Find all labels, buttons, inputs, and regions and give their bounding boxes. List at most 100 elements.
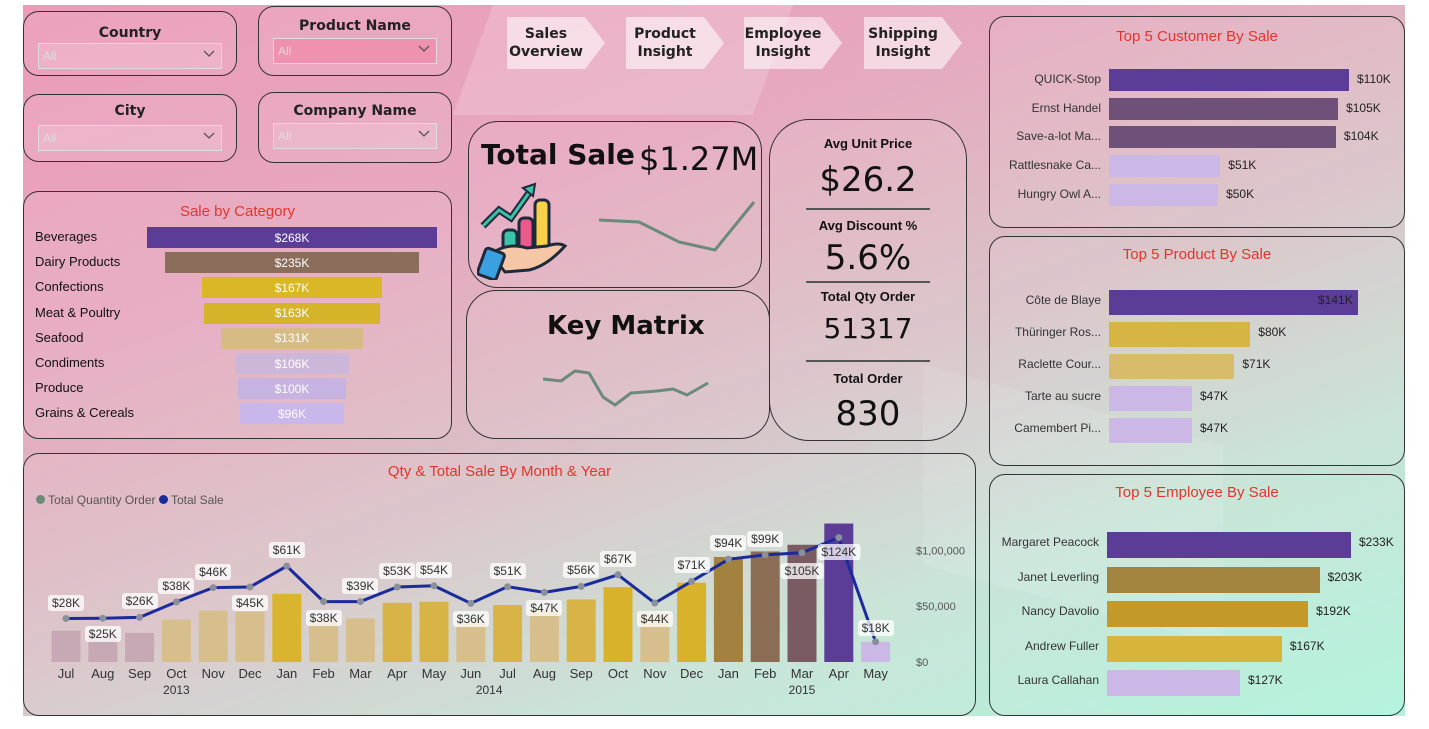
nav-product-insight[interactable]: Product Insight xyxy=(626,17,724,69)
category-bar[interactable]: $96K xyxy=(240,403,344,425)
month-sale-label: $51K xyxy=(489,562,526,579)
country-slicer[interactable]: Country All xyxy=(23,11,237,76)
category-bar[interactable]: $100K xyxy=(237,378,347,400)
top-employees-bar[interactable] xyxy=(1107,635,1282,662)
top-products-name: Raclette Cour... xyxy=(1018,357,1101,371)
year-tick-label: 2013 xyxy=(163,683,190,697)
top-customers-bar[interactable] xyxy=(1109,183,1219,206)
top-customers-value: $110K xyxy=(1357,72,1391,86)
top-customers-value: $50K xyxy=(1226,186,1255,201)
month-sale-bar[interactable] xyxy=(456,621,486,662)
country-dropdown[interactable]: All xyxy=(38,43,222,69)
category-bar-label: $96K xyxy=(277,406,306,421)
top-products-bar[interactable] xyxy=(1109,418,1192,443)
month-sale-bar[interactable] xyxy=(198,610,228,662)
top-products-bar[interactable] xyxy=(1109,354,1235,379)
month-tick-label: Oct xyxy=(607,666,629,681)
growth-chart-hand-icon xyxy=(477,182,568,280)
month-tick-label: Aug xyxy=(532,666,556,681)
top-employees-value: $203K xyxy=(1327,569,1363,584)
qty-point xyxy=(136,613,144,621)
month-tick-label: Feb xyxy=(753,666,777,681)
top-employees-bar[interactable] xyxy=(1107,566,1320,593)
month-sale-bar[interactable] xyxy=(419,601,449,662)
top-customers-bar[interactable] xyxy=(1109,69,1349,91)
total-sale-card: Total Sale $1.27M xyxy=(468,121,762,288)
company-dropdown[interactable]: All xyxy=(273,123,437,149)
qty-point xyxy=(62,615,70,623)
month-sale-bar[interactable] xyxy=(603,587,633,662)
category-title: Sale by Category xyxy=(179,203,296,220)
product-dropdown[interactable]: All xyxy=(273,38,437,64)
city-slicer-label: City xyxy=(114,103,146,119)
month-tick-label: Sep xyxy=(128,666,152,681)
month-sale-label: $47K xyxy=(526,600,563,617)
product-value: All xyxy=(278,44,292,58)
month-sale-label: $26K xyxy=(121,593,158,610)
category-bar-label: $268K xyxy=(274,230,310,245)
category-bar[interactable]: $167K xyxy=(201,277,383,299)
nav-shipping-insight[interactable]: Shipping Insight xyxy=(864,17,962,69)
company-slicer[interactable]: Company Name All xyxy=(258,92,452,163)
category-bar[interactable]: $131K xyxy=(221,327,363,349)
month-sale-bar[interactable] xyxy=(566,599,596,662)
total-order-value: 830 xyxy=(835,394,901,434)
month-sale-bar[interactable] xyxy=(125,632,155,662)
qty-point xyxy=(209,584,217,592)
month-tick-label: Jul xyxy=(499,666,516,681)
top-products-bar[interactable] xyxy=(1109,322,1251,347)
category-bar-label: $131K xyxy=(274,331,310,346)
key-matrix-title: Key Matrix xyxy=(547,311,705,341)
category-bar[interactable]: $235K xyxy=(164,252,420,274)
top-customers-bar[interactable] xyxy=(1109,126,1336,149)
total-qty-value: 51317 xyxy=(823,312,913,345)
month-sale-bar[interactable] xyxy=(161,619,191,662)
chevron-down-icon xyxy=(203,132,215,139)
top-products-value: $71K xyxy=(1242,357,1271,371)
nav-label: Shipping Insight xyxy=(868,26,938,60)
top-employees-bar[interactable] xyxy=(1107,601,1309,627)
month-sale-bar[interactable] xyxy=(677,582,707,662)
month-sale-bar[interactable] xyxy=(750,551,780,662)
month-tick-label: May xyxy=(863,666,888,681)
top-employees-bar[interactable] xyxy=(1107,670,1240,696)
month-sale-bar[interactable] xyxy=(51,630,81,662)
category-bar[interactable]: $268K xyxy=(147,227,437,248)
month-sale-label: $67K xyxy=(599,550,637,567)
product-slicer[interactable]: Product Name All xyxy=(258,6,452,76)
product-slicer-label: Product Name xyxy=(299,18,411,34)
month-sale-bar[interactable] xyxy=(382,602,412,662)
dashboard-canvas: Country All Product Name All City All Co… xyxy=(23,5,1405,716)
nav-sales-overview[interactable]: Sales Overview xyxy=(507,17,605,69)
company-value: All xyxy=(278,129,292,143)
month-tick-label: Jul xyxy=(57,666,75,681)
month-sale-bar[interactable] xyxy=(713,557,743,662)
month-sale-bar[interactable] xyxy=(272,593,302,662)
top-customers-bar[interactable] xyxy=(1109,97,1339,120)
city-slicer[interactable]: City All xyxy=(23,94,237,162)
top-employees-bar[interactable] xyxy=(1107,532,1351,558)
month-sale-bar[interactable] xyxy=(493,605,523,662)
qty-point xyxy=(172,598,180,606)
top-employees-name: Nancy Davolio xyxy=(1021,604,1099,618)
month-sale-bar[interactable] xyxy=(345,618,375,662)
top-employees-value: $233K xyxy=(1359,535,1394,549)
month-tick-label: Feb xyxy=(312,666,335,681)
top-products-name: Camembert Pi... xyxy=(1014,421,1101,435)
qty-point xyxy=(798,549,806,557)
top-customer-title: Top 5 Customer By Sale xyxy=(1116,28,1278,45)
top-customers-bar[interactable] xyxy=(1109,155,1221,178)
city-dropdown[interactable]: All xyxy=(38,125,222,151)
month-sale-bar[interactable] xyxy=(235,611,265,662)
top-customers-value: $104K xyxy=(1343,129,1379,144)
total-sale-sparkline xyxy=(599,201,756,252)
month-sale-bar[interactable] xyxy=(529,609,559,662)
nav-employee-insight[interactable]: Employee Insight xyxy=(744,17,842,69)
category-bar[interactable]: $163K xyxy=(203,302,381,324)
category-bar[interactable]: $106K xyxy=(234,353,350,374)
total-qty-title: Total Qty Order xyxy=(820,289,916,304)
month-tick-label: Jun xyxy=(460,666,482,681)
month-sale-bar[interactable] xyxy=(309,619,339,662)
top-products-bar[interactable] xyxy=(1109,386,1192,411)
qty-point xyxy=(467,599,475,607)
